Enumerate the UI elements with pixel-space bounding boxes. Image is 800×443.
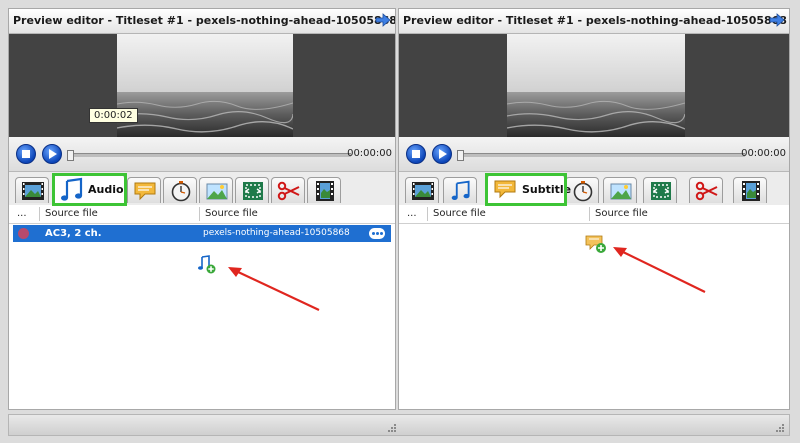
- tab-crop[interactable]: [643, 177, 677, 203]
- video-preview: [399, 34, 789, 137]
- time-tooltip: 0:00:02: [89, 108, 138, 123]
- crop-icon: [651, 182, 671, 200]
- arrow-right-icon[interactable]: [769, 13, 785, 27]
- seek-slider[interactable]: [67, 150, 351, 161]
- tab-video[interactable]: [405, 177, 439, 203]
- play-icon: [49, 149, 57, 159]
- subtitle-track-list: ... Source file Source file: [399, 205, 789, 409]
- tab-image[interactable]: [603, 177, 637, 203]
- column-divider: [199, 207, 200, 221]
- title-bar: Preview editor - Titleset #1 - pexels-no…: [399, 9, 789, 34]
- stop-icon: [22, 150, 30, 158]
- tab-crop[interactable]: [235, 177, 269, 203]
- column-header-menu[interactable]: ...: [17, 208, 27, 219]
- add-audio-icon[interactable]: [197, 255, 217, 275]
- cut-icon: [277, 181, 300, 201]
- play-button[interactable]: [42, 144, 62, 164]
- tab-image[interactable]: [199, 177, 233, 203]
- time-display: 00:00:00: [741, 148, 786, 159]
- annotation-arrow: [228, 267, 320, 311]
- table-header: ... Source file Source file: [9, 205, 395, 224]
- crop-icon: [243, 182, 263, 200]
- subtitle-icon: [134, 182, 156, 201]
- seek-slider[interactable]: [457, 150, 745, 161]
- table-header: ... Source file Source file: [399, 205, 789, 224]
- tab-filmstrip[interactable]: [733, 177, 767, 203]
- preview-editor-subtitle-panel: Preview editor - Titleset #1 - pexels-no…: [398, 8, 790, 410]
- annotation-arrow: [613, 247, 706, 293]
- seek-thumb[interactable]: [67, 150, 74, 161]
- video-icon: [412, 182, 434, 200]
- preview-editor-audio-panel: Preview editor - Titleset #1 - pexels-no…: [8, 8, 396, 410]
- add-subtitle-icon[interactable]: [585, 233, 607, 255]
- stop-button[interactable]: [16, 144, 36, 164]
- audio-track-list: ... Source file Source file AC3, 2 ch. p…: [9, 205, 395, 409]
- video-preview: 0:00:02: [9, 34, 395, 137]
- tab-cut[interactable]: [271, 177, 305, 203]
- tab-cut[interactable]: [689, 177, 723, 203]
- arrow-right-icon[interactable]: [375, 13, 391, 27]
- resize-grip-icon[interactable]: [775, 423, 785, 433]
- play-button[interactable]: [432, 144, 452, 164]
- stop-button[interactable]: [406, 144, 426, 164]
- play-icon: [439, 149, 447, 159]
- audio-tab-highlight: [52, 173, 127, 206]
- tab-video[interactable]: [15, 177, 49, 203]
- audio-icon: [451, 180, 470, 200]
- table-row[interactable]: AC3, 2 ch. pexels-nothing-ahead-10505868: [13, 225, 391, 242]
- tab-subtitle[interactable]: [127, 177, 161, 203]
- column-header-menu[interactable]: ...: [407, 208, 417, 219]
- column-divider: [39, 207, 40, 221]
- editor-tabs: Audio: [9, 172, 395, 206]
- stop-icon: [412, 150, 420, 158]
- cut-icon: [695, 181, 718, 201]
- tab-chapters[interactable]: [163, 177, 197, 203]
- screenshot-frame: Preview editor - Titleset #1 - pexels-no…: [0, 0, 800, 443]
- filmstrip-icon: [316, 181, 334, 201]
- status-bar: [8, 414, 790, 436]
- playback-controls: 00:00:00: [9, 137, 395, 172]
- video-frame: [117, 34, 293, 137]
- column-divider: [589, 207, 590, 221]
- column-divider: [427, 207, 428, 221]
- tab-filmstrip[interactable]: [307, 177, 341, 203]
- more-options-button[interactable]: [369, 228, 385, 239]
- column-header-source-file[interactable]: Source file: [595, 208, 648, 219]
- window-title: Preview editor - Titleset #1 - pexels-no…: [13, 14, 396, 27]
- video-icon: [22, 182, 44, 200]
- track-source-file: pexels-nothing-ahead-10505868: [203, 228, 350, 238]
- title-bar: Preview editor - Titleset #1 - pexels-no…: [9, 9, 395, 34]
- chapters-icon: [171, 181, 191, 202]
- window-title: Preview editor - Titleset #1 - pexels-no…: [403, 14, 787, 27]
- editor-tabs: Subtitle: [399, 172, 789, 206]
- image-icon: [610, 183, 632, 200]
- column-header-source[interactable]: Source file: [45, 208, 98, 219]
- playback-controls: 00:00:00: [399, 137, 789, 172]
- image-icon: [206, 183, 228, 200]
- resize-grip-icon[interactable]: [387, 423, 397, 433]
- video-frame: [507, 34, 685, 137]
- remove-track-icon[interactable]: [18, 228, 29, 239]
- tab-audio[interactable]: [443, 177, 477, 203]
- chapters-icon: [573, 181, 593, 202]
- seek-thumb[interactable]: [457, 150, 464, 161]
- subtitle-tab-highlight: [485, 173, 567, 206]
- column-header-source-file[interactable]: Source file: [205, 208, 258, 219]
- column-header-source[interactable]: Source file: [433, 208, 486, 219]
- time-display: 00:00:00: [347, 148, 392, 159]
- track-format: AC3, 2 ch.: [45, 228, 102, 239]
- filmstrip-icon: [742, 181, 760, 201]
